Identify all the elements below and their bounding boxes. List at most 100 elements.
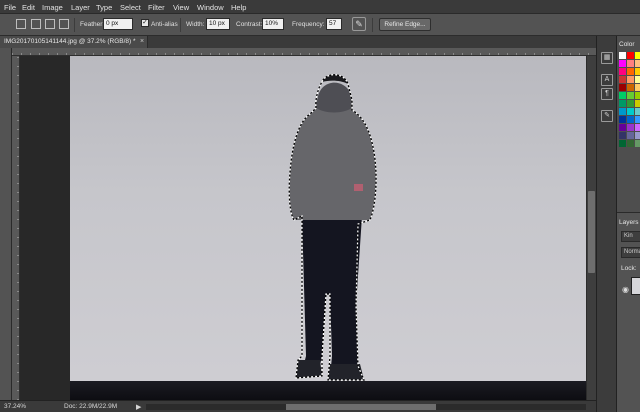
history-icon[interactable]: ▦ (601, 52, 613, 64)
color-swatch[interactable] (635, 100, 640, 107)
menu-file[interactable]: File (4, 3, 16, 12)
layer-kind-filter[interactable]: Kin (621, 231, 640, 242)
menu-layer[interactable]: Layer (71, 3, 90, 12)
blend-mode-select[interactable]: Norma (621, 247, 640, 258)
swatch-row (619, 132, 640, 139)
color-swatch[interactable] (627, 76, 634, 83)
color-swatch[interactable] (635, 124, 640, 131)
swatch-row (619, 100, 640, 107)
color-swatch[interactable] (627, 84, 634, 91)
color-swatch[interactable] (627, 52, 634, 59)
color-panel-tab[interactable]: Color (619, 41, 635, 48)
menu-image[interactable]: Image (42, 3, 63, 12)
layers-panel-tab[interactable]: Layers (619, 219, 639, 226)
vertical-scrollbar[interactable] (586, 56, 596, 400)
color-swatch[interactable] (619, 84, 626, 91)
color-swatch[interactable] (619, 76, 626, 83)
color-swatch[interactable] (635, 76, 640, 83)
document-image[interactable] (70, 56, 586, 400)
add-to-selection-icon[interactable] (31, 19, 41, 29)
paragraph-icon[interactable]: ¶ (601, 88, 613, 100)
color-swatch[interactable] (619, 68, 626, 75)
color-swatch[interactable] (635, 92, 640, 99)
color-swatch[interactable] (627, 132, 634, 139)
color-swatch[interactable] (619, 132, 626, 139)
horizontal-ruler[interactable] (12, 48, 596, 56)
color-swatch[interactable] (619, 140, 626, 147)
swatch-row (619, 124, 640, 131)
color-swatch[interactable] (635, 132, 640, 139)
intersect-selection-icon[interactable] (59, 19, 69, 29)
menu-filter[interactable]: Filter (148, 3, 165, 12)
color-swatch[interactable] (619, 100, 626, 107)
canvas-area[interactable] (20, 56, 586, 400)
eye-icon[interactable]: ◉ (622, 285, 629, 294)
swatch-row (619, 52, 640, 59)
swatch-row (619, 68, 640, 75)
frequency-label: Frequency: (292, 21, 325, 28)
color-swatch[interactable] (635, 52, 640, 59)
brush-preset-icon[interactable]: ✎ (601, 110, 613, 122)
width-input[interactable]: 10 px (206, 18, 230, 30)
close-tab-icon[interactable]: × (140, 36, 144, 48)
menu-view[interactable]: View (173, 3, 189, 12)
feather-input[interactable]: 0 px (103, 18, 133, 30)
color-swatch[interactable] (635, 116, 640, 123)
color-swatch[interactable] (619, 60, 626, 67)
color-swatch[interactable] (627, 68, 634, 75)
color-swatch[interactable] (635, 60, 640, 67)
menu-type[interactable]: Type (96, 3, 112, 12)
refine-edge-button[interactable]: Refine Edge... (379, 18, 431, 31)
anti-alias-checkbox[interactable]: ✓ (141, 19, 149, 27)
zoom-level[interactable]: 37.24% (4, 403, 26, 410)
color-swatch[interactable] (619, 124, 626, 131)
contrast-input[interactable]: 10% (262, 18, 284, 30)
vertical-ruler[interactable] (12, 56, 20, 400)
color-swatch[interactable] (635, 108, 640, 115)
color-swatch[interactable] (627, 108, 634, 115)
swatch-row (619, 84, 640, 91)
color-swatch[interactable] (627, 100, 634, 107)
swatch-row (619, 140, 640, 147)
menu-window[interactable]: Window (197, 3, 224, 12)
horizontal-scrollbar[interactable] (146, 404, 586, 410)
separator (180, 18, 181, 32)
frequency-input[interactable]: 57 (326, 18, 342, 30)
color-swatch[interactable] (627, 92, 634, 99)
new-selection-icon[interactable] (16, 19, 26, 29)
vertical-scroll-thumb[interactable] (588, 191, 595, 273)
color-swatch[interactable] (619, 52, 626, 59)
document-tab[interactable]: IMG20170105141144.jpg @ 37.2% (RGB/8) * … (0, 36, 148, 48)
color-swatch[interactable] (635, 68, 640, 75)
subtract-from-selection-icon[interactable] (45, 19, 55, 29)
color-swatch[interactable] (635, 84, 640, 91)
color-swatch[interactable] (619, 92, 626, 99)
color-swatch[interactable] (619, 108, 626, 115)
color-swatch[interactable] (627, 140, 634, 147)
menu-help[interactable]: Help (231, 3, 246, 12)
status-menu-arrow-icon[interactable]: ▶ (136, 403, 141, 411)
menu-select[interactable]: Select (120, 3, 141, 12)
swatch-row (619, 60, 640, 67)
layers-panel: Layers Kin Norma Lock: ◉ (617, 212, 640, 412)
character-icon[interactable]: A (601, 74, 613, 86)
color-swatch[interactable] (627, 60, 634, 67)
person-figure (288, 74, 377, 381)
document-size: Doc: 22.9M/22.9M (64, 403, 118, 410)
menu-bar: File Edit Image Layer Type Select Filter… (0, 0, 640, 14)
separator (74, 18, 75, 32)
color-swatch[interactable] (635, 140, 640, 147)
color-swatch[interactable] (619, 116, 626, 123)
anti-alias-label: Anti-alias (151, 21, 178, 28)
color-swatch[interactable] (627, 116, 634, 123)
color-swatch[interactable] (627, 124, 634, 131)
swatch-row (619, 76, 640, 83)
contrast-label: Contrast: (236, 21, 263, 28)
document-tab-title: IMG20170105141144.jpg @ 37.2% (RGB/8) * (4, 38, 136, 45)
separator (372, 18, 373, 32)
tablet-pressure-icon[interactable]: ✎ (352, 17, 366, 31)
right-panels: Color Layers Kin Norma Lock: ◉ (616, 36, 640, 412)
layer-thumbnail[interactable] (631, 277, 640, 295)
horizontal-scroll-thumb[interactable] (286, 404, 436, 410)
menu-edit[interactable]: Edit (22, 3, 35, 12)
